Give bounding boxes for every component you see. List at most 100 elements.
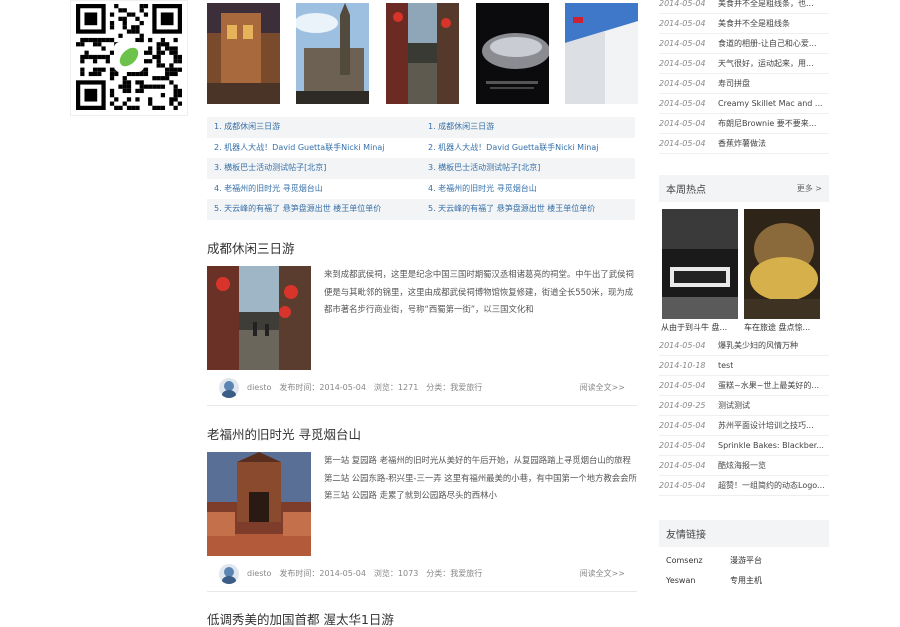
link-item[interactable]: 2. 机器人大战！David Guetta联手Nicki Minaj [207,138,421,159]
thumbnail-strip [207,3,638,105]
list-item-title[interactable]: Creamy Skillet Mac and ... [718,94,823,113]
list-item-title[interactable]: 苏州平面设计培训之技巧... [718,416,814,435]
divider [207,405,637,406]
list-item[interactable]: 2014-05-04 天气很好，运动起来，用... [659,54,829,74]
friend-row: Comsenz 漫游平台 [659,551,829,571]
list-item-title[interactable]: test [718,356,733,375]
link-item[interactable]: 4. 老福州的旧时光 寻觅烟台山 [421,179,635,200]
list-item-date: 2014-05-04 [659,79,706,88]
thumbnail-car[interactable] [476,3,549,104]
thumbnail-white-building[interactable] [565,3,638,104]
sidebar: 2014-05-04 美食并不全是粗线条，也... 2014-05-04 美食并不全是… [659,0,829,591]
author-avatar[interactable] [219,378,239,398]
view-count: 浏览：1271 [373,383,419,392]
list-item[interactable]: 2014-05-04 蛋糕~水果~世上最美好的... [659,376,829,396]
list-item-date: 2014-09-25 [659,401,706,410]
hot-image-travel[interactable] [744,209,820,319]
list-item[interactable]: 2014-05-04 美食并不全是粗线条，也... [659,0,829,14]
list-item-date: 2014-05-04 [659,481,706,490]
thumbnail-cathedral[interactable] [296,3,369,104]
list-item-date: 2014-05-04 [659,0,706,8]
article-image-alley[interactable] [207,266,311,370]
category[interactable]: 分类：我爱旅行 [426,378,482,398]
link-item[interactable]: 5. 天云峰的有福了 悬笋盘源出世 楼王单位单价 [421,199,635,220]
list-item[interactable]: 2014-05-04 布朗尼Brownie 要不要来... [659,114,829,134]
hot-caption-2[interactable]: 车在旅途 盘点惊... [744,322,822,333]
list-item[interactable]: 2014-05-04 酷炫海报一览 [659,456,829,476]
link-item[interactable]: 4. 老福州的旧时光 寻觅烟台山 [207,179,421,200]
hot-caption-1[interactable]: 从由于到斗牛 盘... [661,322,739,333]
link-item[interactable]: 1. 成都休闲三日游 [421,117,635,138]
link-row: 2. 机器人大战！David Guetta联手Nicki Minaj 2. 机器人… [207,138,635,159]
list-item-title[interactable]: 测试测试 [718,396,750,415]
link-item[interactable]: 3. 横板巴士活动测试帖子[北京] [207,158,421,179]
publish-date: 发布时间：2014-05-04 [279,569,366,578]
article-3: 低调秀美的加国首都 渥太华1日游 [207,611,637,627]
list-item[interactable]: 2014-05-04 苏州平面设计培训之技巧... [659,416,829,436]
list-item-date: 2014-05-04 [659,119,706,128]
friend-link[interactable]: 专用主机 [730,571,794,591]
list-item[interactable]: 2014-05-04 Sprinkle Bakes: Blackber... [659,436,829,456]
read-more-link[interactable]: 阅读全文>> [580,564,625,584]
link-item[interactable]: 1. 成都休闲三日游 [207,117,421,138]
list-item[interactable]: 2014-05-04 超赞！一组简约的动态Logo... [659,476,829,496]
article-title[interactable]: 老福州的旧时光 寻觅烟台山 [207,426,637,444]
article-excerpt: 第一站 复园路 老福州的旧时光从美好的午后开始，从复园路踏上寻觅烟台山的旅程 第… [324,455,637,500]
link-table: 1. 成都休闲三日游 1. 成都休闲三日游 2. 机器人大战！David Guett… [207,117,635,220]
hot-image-car-plate[interactable] [662,209,738,319]
friends-header: 友情链接 [659,520,829,547]
list-item-title[interactable]: 酷炫海报一览 [718,456,766,475]
friends-title: 友情链接 [666,530,706,541]
list-item-title[interactable]: 美食并不全是粗线条 [718,14,790,33]
friend-link[interactable]: Yeswan [666,571,730,591]
list-item-title[interactable]: 布朗尼Brownie 要不要来... [718,114,816,133]
list-item-title[interactable]: 蛋糕~水果~世上最美好的... [718,376,819,395]
list-item-date: 2014-05-04 [659,59,706,68]
list-item[interactable]: 2014-05-04 爆乳美少妇的风情万种 [659,336,829,356]
publish-date: 发布时间：2014-05-04 [279,383,366,392]
list-item-date: 2014-05-04 [659,19,706,28]
list-item-title[interactable]: Sprinkle Bakes: Blackber... [718,436,824,455]
list-item-title[interactable]: 寿司拼盘 [718,74,750,93]
link-item[interactable]: 5. 天云峰的有福了 悬笋盘源出世 楼王单位单价 [207,199,421,220]
link-item[interactable]: 3. 横板巴士活动测试帖子[北京] [421,158,635,179]
friend-link[interactable]: Comsenz [666,551,730,571]
article-2: 老福州的旧时光 寻觅烟台山 第一站 复园路 老福州的旧时光从美好的午后开始，从复… [207,426,637,592]
read-more-link[interactable]: 阅读全文>> [580,378,625,398]
view-count: 浏览：1073 [373,569,419,578]
list-item-title[interactable]: 食道的相册-让自己和心爱... [718,34,817,53]
article-title[interactable]: 低调秀美的加国首都 渥太华1日游 [207,611,637,627]
link-row: 5. 天云峰的有福了 悬笋盘源出世 楼王单位单价 5. 天云峰的有福了 悬笋盘源出… [207,199,635,220]
article-meta: diesto 发布时间：2014-05-04 浏览：1073 分类：我爱旅行 阅… [219,564,625,584]
list-item-date: 2014-10-18 [659,361,706,370]
list-item-title[interactable]: 超赞！一组简约的动态Logo... [718,476,825,495]
list-item-date: 2014-05-04 [659,39,706,48]
list-item-title[interactable]: 爆乳美少妇的风情万种 [718,336,798,355]
thumbnail-street-night[interactable] [207,3,280,104]
list-item[interactable]: 2014-05-04 香蕉炸薯做法 [659,134,829,154]
link-item[interactable]: 2. 机器人大战！David Guetta联手Nicki Minaj [421,138,635,159]
list-item[interactable]: 2014-05-04 Creamy Skillet Mac and ... [659,94,829,114]
author-name[interactable]: diesto [247,564,271,584]
thumbnail-alley[interactable] [386,3,459,104]
qr-code-image [76,4,182,110]
list-item[interactable]: 2014-05-04 食道的相册-让自己和心爱... [659,34,829,54]
divider [207,591,637,592]
author-avatar[interactable] [219,564,239,584]
list-item-title[interactable]: 天气很好，运动起来，用... [718,54,814,73]
link-row: 3. 横板巴士活动测试帖子[北京] 3. 横板巴士活动测试帖子[北京] [207,158,635,179]
list-item[interactable]: 2014-09-25 测试测试 [659,396,829,416]
friend-link[interactable]: 漫游平台 [730,551,794,571]
list-item[interactable]: 2014-05-04 寿司拼盘 [659,74,829,94]
hot-more-link[interactable]: 更多 > [797,183,822,194]
recent-posts-list: 2014-05-04 美食并不全是粗线条，也... 2014-05-04 美食并不全是… [659,0,829,154]
list-item-title[interactable]: 美食并不全是粗线条，也... [718,0,814,13]
article-image-gate[interactable] [207,452,311,556]
article-title[interactable]: 成都休闲三日游 [207,240,637,258]
list-item-title[interactable]: 香蕉炸薯做法 [718,134,766,153]
friend-row: Yeswan 专用主机 [659,571,829,591]
list-item[interactable]: 2014-05-04 美食并不全是粗线条 [659,14,829,34]
author-name[interactable]: diesto [247,378,271,398]
list-item[interactable]: 2014-10-18 test [659,356,829,376]
category[interactable]: 分类：我爱旅行 [426,564,482,584]
